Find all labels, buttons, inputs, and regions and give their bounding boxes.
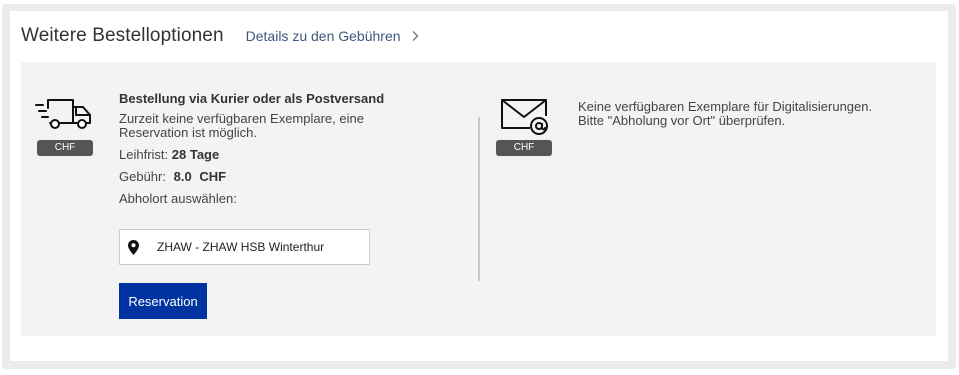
fee-value: 8.0: [173, 169, 192, 184]
section-title: Weitere Bestelloptionen: [21, 25, 224, 46]
options-panel: CHF Bestellung via Kurier oder als Postv…: [21, 62, 936, 336]
loan-period-label: Leihfrist:: [119, 147, 169, 162]
envelope-at-icon: [501, 99, 548, 135]
courier-option-details: Bestellung via Kurier oder als Postversa…: [119, 92, 419, 214]
pickup-location-select[interactable]: ZHAW - ZHAW HSB Winterthur: [119, 229, 370, 265]
fee: Gebühr: 8.0 CHF: [119, 170, 419, 184]
order-options-card: Weitere Bestelloptionen Details zu den G…: [10, 11, 948, 361]
fee-details-link-label: Details zu den Gebühren: [245, 28, 401, 44]
fee-details-link[interactable]: Details zu den Gebühren: [246, 28, 421, 44]
reservation-button[interactable]: Reservation: [119, 283, 207, 319]
digital-message-line1: Keine verfügbaren Exemplare für Digitali…: [578, 99, 873, 114]
pickup-location-value: ZHAW - ZHAW HSB Winterthur: [157, 240, 325, 254]
map-pin-icon: [128, 239, 139, 255]
options-divider: [478, 117, 480, 281]
courier-option-title: Bestellung via Kurier oder als Postversa…: [119, 91, 385, 106]
courier-chf-badge: CHF: [37, 140, 93, 156]
loan-period: Leihfrist: 28 Tage: [119, 148, 419, 162]
fee-currency: CHF: [199, 169, 227, 184]
section-header: Weitere Bestelloptionen Details zu den G…: [21, 25, 421, 47]
pickup-location-label: Abholort auswählen:: [119, 191, 237, 206]
courier-availability-text: Zurzeit keine verfügbaren Exemplare, ein…: [119, 111, 364, 140]
chevron-right-icon: [412, 31, 419, 41]
outer-frame: Weitere Bestelloptionen Details zu den G…: [2, 4, 956, 369]
courier-option-icon-block: CHF: [34, 96, 96, 156]
fee-label: Gebühr:: [119, 169, 166, 184]
digital-option-icon-block: CHF: [493, 96, 555, 156]
digital-message-line2: Bitte "Abholung vor Ort" überprüfen.: [578, 113, 786, 128]
loan-period-value: 28 Tage: [171, 147, 220, 162]
digital-chf-badge: CHF: [496, 140, 552, 156]
delivery-truck-icon: [35, 99, 91, 129]
digital-option-message: Keine verfügbaren Exemplare für Digitali…: [578, 100, 918, 128]
